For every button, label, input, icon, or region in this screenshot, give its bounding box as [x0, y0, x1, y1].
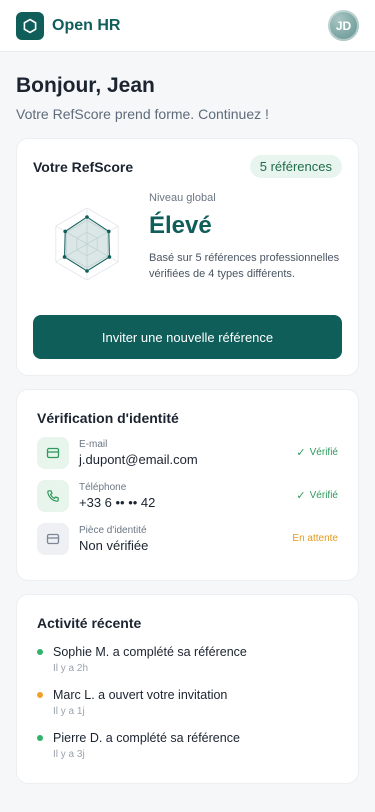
identity-value: j.dupont@email.com [79, 451, 198, 467]
activity-time: Il y a 1j [53, 706, 85, 717]
greeting: Bonjour, Jean Votre RefScore prend forme… [0, 52, 375, 122]
radar-point-4 [62, 255, 67, 259]
status-dot [37, 735, 43, 741]
radar-point-5 [63, 229, 67, 234]
activity-text: Pierre D. a complété sa référence [53, 731, 240, 745]
brand-name[interactable]: Open HR [52, 17, 328, 35]
activity-text: Marc L. a ouvert votre invitation [53, 688, 228, 702]
radar-point-1 [107, 229, 111, 234]
top-bar: Open HR JD [0, 0, 375, 52]
activity-time: Il y a 2h [53, 663, 89, 674]
recent-activity-card: Activité récente Sophie M. a complété sa… [16, 594, 359, 784]
identity-label: E-mail [79, 438, 108, 450]
identity-label: Pièce d'identité [79, 524, 147, 536]
identity-title: Vérification d'identité [37, 410, 179, 426]
status-badge: ✓ Vérifié [296, 447, 338, 459]
page-subtitle: Votre RefScore prend forme. Continuez ! [16, 106, 269, 122]
identity-verification-card: Vérification d'identité E-mail j.dupont@… [16, 389, 359, 581]
radar-area [64, 216, 110, 272]
activity-text: Sophie M. a complété sa référence [53, 645, 247, 659]
identity-row-id-document[interactable]: Pièce d'identité Non vérifiée En attente [37, 522, 338, 555]
identity-label: Téléphone [79, 481, 127, 493]
list-item[interactable]: Sophie M. a complété sa référence Il y a… [37, 645, 338, 674]
hexagon-icon[interactable] [16, 11, 44, 40]
identity-value: +33 6 •• •• 42 [79, 494, 156, 510]
check-icon: ✓ [296, 447, 306, 459]
invite-reference-button[interactable]: Inviter une nouvelle référence [33, 315, 342, 359]
radar-point-0 [85, 215, 89, 219]
level-value: Élevé [149, 212, 212, 239]
check-icon: ✓ [296, 490, 306, 502]
refscore-card: Votre RefScore 5 références Niveau globa… [16, 138, 359, 376]
activity-time: Il y a 3j [53, 749, 85, 760]
identity-row-phone[interactable]: Téléphone +33 6 •• •• 42 ✓ Vérifié [37, 479, 338, 512]
level-label: Niveau global [149, 192, 216, 204]
avatar[interactable]: JD [328, 10, 359, 41]
list-item[interactable]: Pierre D. a complété sa référence Il y a… [37, 731, 338, 760]
list-item[interactable]: Marc L. a ouvert votre invitation Il y a… [37, 688, 338, 717]
radar-point-3 [85, 269, 89, 273]
phone-icon [37, 479, 69, 512]
radar-chart [55, 207, 119, 281]
email-icon [37, 436, 69, 469]
status-dot [37, 649, 43, 655]
activity-title: Activité récente [37, 615, 142, 631]
identity-row-email[interactable]: E-mail j.dupont@email.com ✓ Vérifié [37, 436, 338, 469]
radar-point-2 [107, 255, 112, 259]
references-badge: 5 références [249, 155, 342, 178]
status-badge: En attente [292, 533, 338, 544]
page-title: Bonjour, Jean [16, 74, 155, 97]
refscore-title: Votre RefScore [33, 158, 134, 175]
status-badge: ✓ Vérifié [296, 490, 338, 502]
id-card-icon [37, 522, 69, 555]
status-dot [37, 692, 43, 698]
level-description: Basé sur 5 références professionnelles v… [149, 252, 340, 280]
identity-value: Non vérifiée [79, 537, 149, 553]
